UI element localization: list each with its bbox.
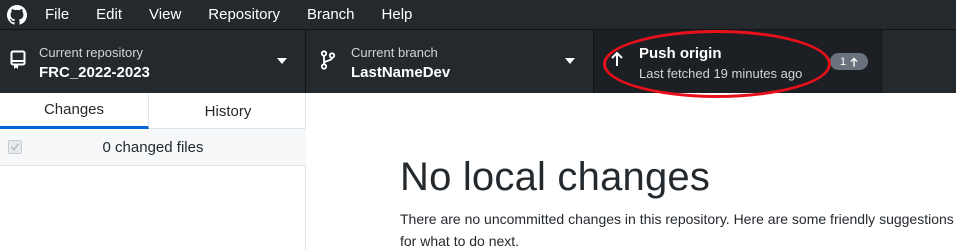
no-local-changes-title: No local changes	[400, 155, 711, 199]
ahead-count: 1	[839, 55, 847, 68]
repo-icon	[10, 50, 26, 69]
tab-history[interactable]: History	[150, 93, 306, 129]
checkmark-icon	[10, 143, 20, 151]
main-content: No local changes There are no uncommitte…	[307, 93, 956, 250]
menu-view[interactable]: View	[149, 6, 181, 23]
branch-dropdown-caret-icon	[565, 58, 575, 64]
push-origin-button[interactable]: Push origin Last fetched 19 minutes ago …	[594, 30, 882, 93]
current-repository-label: Current repository	[39, 45, 144, 60]
arrow-up-small-icon	[850, 57, 858, 66]
menu-branch[interactable]: Branch	[307, 6, 355, 23]
changes-list-header: 0 changed files	[0, 129, 306, 166]
tab-changes[interactable]: Changes	[0, 93, 149, 129]
arrow-up-icon	[611, 51, 623, 66]
github-desktop-window: File Edit View Repository Branch Help Cu…	[0, 0, 956, 250]
push-origin-title: Push origin	[639, 45, 722, 62]
menu-bar: File Edit View Repository Branch Help	[0, 0, 956, 29]
current-branch-value: LastNameDev	[351, 64, 451, 81]
changed-files-count: 0 changed files	[102, 139, 204, 156]
current-repository-button[interactable]: Current repository FRC_2022-2023	[0, 30, 306, 93]
current-branch-label: Current branch	[351, 45, 438, 60]
select-all-checkbox[interactable]	[8, 140, 22, 154]
sidebar-tabs: Changes History	[0, 93, 306, 129]
current-repository-value: FRC_2022-2023	[39, 64, 150, 81]
no-local-changes-description: There are no uncommitted changes in this…	[400, 211, 954, 249]
menu-help[interactable]: Help	[382, 6, 413, 23]
github-logo-icon	[7, 4, 27, 25]
repository-dropdown-caret-icon	[277, 58, 287, 64]
menu-repository[interactable]: Repository	[208, 6, 280, 23]
git-branch-icon	[320, 50, 336, 70]
last-fetched-text: Last fetched 19 minutes ago	[639, 66, 803, 81]
menu-file[interactable]: File	[45, 6, 69, 23]
menu-edit[interactable]: Edit	[96, 6, 122, 23]
toolbar: Current repository FRC_2022-2023 Current…	[0, 29, 956, 93]
current-branch-button[interactable]: Current branch LastNameDev	[306, 30, 594, 93]
sidebar: Changes History 0 changed files	[0, 93, 306, 250]
ahead-count-badge: 1	[830, 53, 868, 70]
